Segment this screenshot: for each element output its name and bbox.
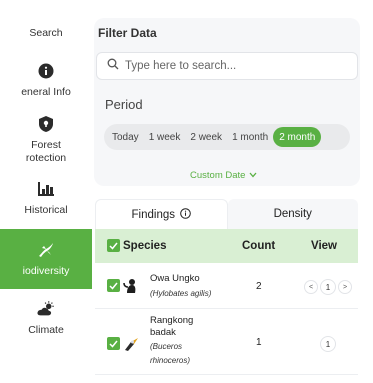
- period-option-2-week[interactable]: 2 week: [185, 127, 227, 147]
- count-header: Count: [242, 240, 276, 252]
- search-input[interactable]: [125, 60, 345, 72]
- cloud-sun-icon: [36, 299, 56, 319]
- select-all-checkbox[interactable]: [107, 239, 120, 252]
- page-number[interactable]: 1: [320, 279, 336, 295]
- custom-date-dropdown[interactable]: Custom Date: [190, 170, 257, 181]
- species-scientific-line-2: rhinoceros): [150, 356, 191, 365]
- sidebar-item-label: eneral Info: [21, 86, 71, 98]
- sidebar-item-biodiversity[interactable]: iodiversity: [0, 229, 92, 289]
- tab-bar: Findings Density: [95, 199, 358, 229]
- species-name-line-2: badak: [150, 327, 176, 338]
- species-header-label: Species: [123, 239, 167, 252]
- period-selector: Today 1 week 2 week 1 month 2 month: [104, 124, 350, 150]
- hornbill-icon: [123, 336, 139, 352]
- search-icon: [107, 57, 119, 75]
- gibbon-icon: [123, 278, 139, 294]
- row-checkbox[interactable]: [107, 279, 120, 292]
- sidebar-item-label: Forest rotection: [25, 138, 67, 164]
- sidebar: Search eneral Info Forest rotection Hist…: [0, 0, 92, 383]
- prev-page-button[interactable]: <: [304, 280, 318, 294]
- view-pager: 1: [320, 336, 336, 352]
- tab-label: Density: [273, 208, 312, 220]
- app-frame: Search eneral Info Forest rotection Hist…: [0, 0, 373, 383]
- sidebar-item-search[interactable]: Search: [0, 22, 92, 44]
- bar-chart-icon: [36, 179, 56, 199]
- custom-date-label: Custom Date: [190, 170, 246, 181]
- page-number[interactable]: 1: [320, 336, 336, 352]
- period-option-2-month[interactable]: 2 month: [273, 127, 322, 147]
- chevron-down-icon: [249, 170, 257, 181]
- period-label: Period: [105, 97, 143, 112]
- view-header: View: [311, 240, 337, 252]
- tab-label: Findings: [131, 208, 175, 221]
- sidebar-item-forest-protection[interactable]: Forest rotection: [0, 110, 92, 168]
- table-header: Species Count View: [95, 229, 358, 263]
- tab-findings[interactable]: Findings: [95, 199, 228, 229]
- filter-title: Filter Data: [98, 26, 157, 40]
- row-checkbox[interactable]: [107, 337, 120, 350]
- period-option-1-week[interactable]: 1 week: [144, 127, 186, 147]
- sidebar-item-label: iodiversity: [22, 265, 70, 277]
- species-name-line-1: Rangkong: [150, 315, 194, 326]
- tab-density[interactable]: Density: [227, 199, 358, 229]
- period-option-today[interactable]: Today: [107, 127, 144, 147]
- sidebar-item-label: Search: [29, 26, 63, 39]
- species-scientific-line-1: (Buceros: [150, 342, 183, 351]
- next-page-button[interactable]: >: [338, 280, 352, 294]
- species-count: 1: [256, 337, 262, 348]
- sidebar-item-general-info[interactable]: eneral Info: [0, 58, 92, 102]
- search-field[interactable]: [96, 52, 358, 80]
- shield-icon: [36, 114, 56, 134]
- table-row: Rangkong badak (Buceros rhinoceros) 1 1: [95, 309, 358, 375]
- sidebar-item-climate[interactable]: Climate: [0, 296, 92, 340]
- period-option-1-month[interactable]: 1 month: [227, 127, 273, 147]
- sidebar-item-historical[interactable]: Historical: [0, 175, 92, 221]
- info-icon: [36, 61, 56, 81]
- species-header: Species: [107, 239, 166, 252]
- sidebar-item-label: Historical: [24, 204, 68, 216]
- species-count: 2: [256, 281, 262, 292]
- info-circle-icon[interactable]: [180, 207, 191, 222]
- table-row: Owa Ungko (Hylobates agilis) 2 < 1 >: [95, 263, 358, 309]
- view-pager: < 1 >: [304, 279, 352, 295]
- species-name: Owa Ungko: [150, 273, 200, 284]
- biodiversity-icon: [36, 240, 56, 260]
- sidebar-item-label: Climate: [28, 324, 64, 336]
- species-scientific-name: (Hylobates agilis): [150, 289, 212, 298]
